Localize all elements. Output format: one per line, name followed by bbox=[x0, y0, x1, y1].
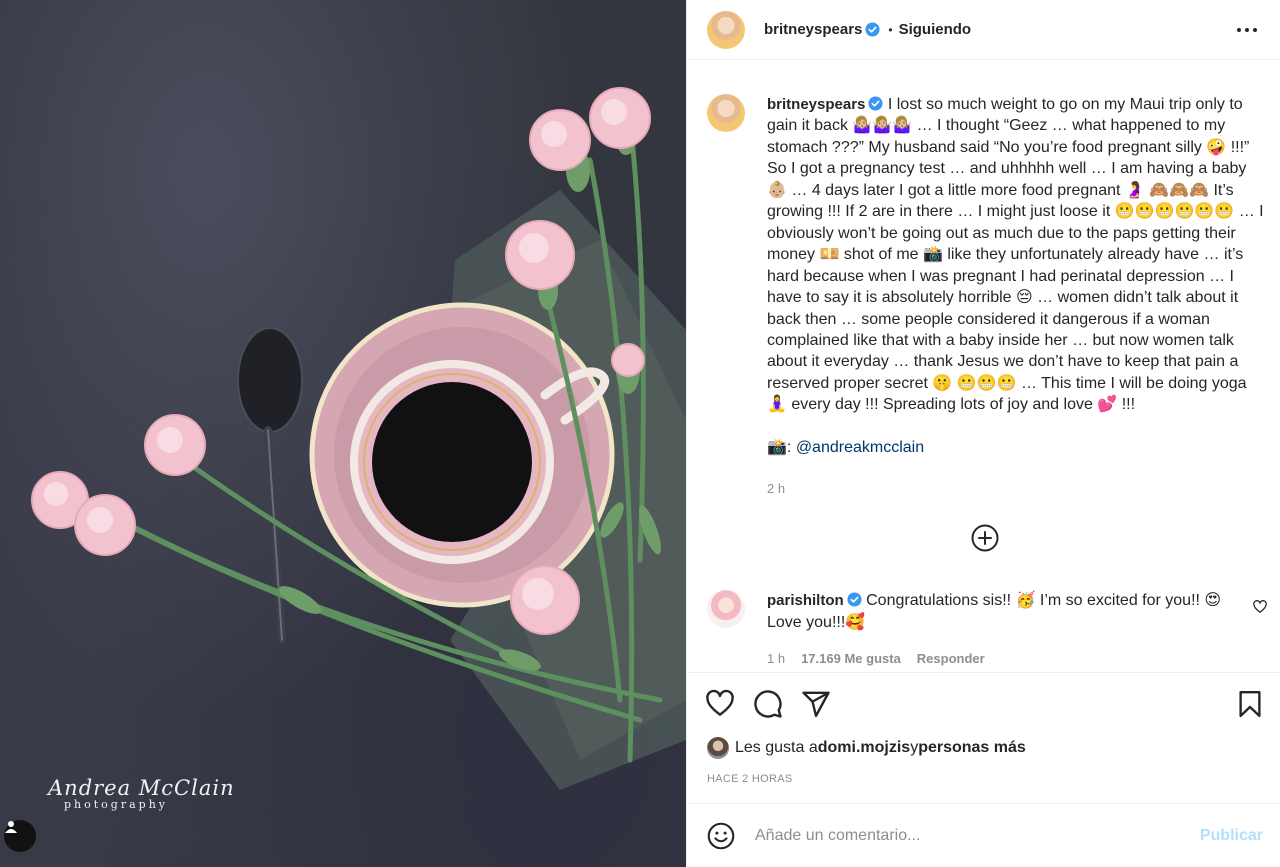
post-timestamp[interactable]: HACE 2 HORAS bbox=[707, 773, 793, 785]
like-comment-icon[interactable] bbox=[1253, 600, 1267, 614]
credit-prefix: 📸: bbox=[767, 438, 796, 456]
comment-timestamp[interactable]: 1 h bbox=[767, 651, 785, 666]
photographer-watermark: Andrea McClain photography bbox=[48, 776, 235, 811]
following-button[interactable]: Siguiendo bbox=[899, 21, 972, 38]
caption-username[interactable]: britneyspears bbox=[767, 96, 865, 113]
verified-badge-icon bbox=[865, 22, 880, 37]
caption-avatar[interactable] bbox=[707, 94, 745, 132]
likes-middle: y bbox=[910, 739, 919, 756]
comment-input[interactable] bbox=[755, 826, 1200, 845]
likes-prefix: Les gusta a bbox=[735, 739, 818, 756]
photo-illustration bbox=[31, 87, 686, 790]
comment-avatar[interactable] bbox=[707, 590, 745, 628]
comment-meta: 1 h 17.169 Me gusta Responder bbox=[767, 651, 1237, 666]
load-more-comments-button[interactable] bbox=[969, 522, 1001, 554]
watermark-name: Andrea McClain bbox=[48, 776, 235, 800]
more-options-icon bbox=[1237, 28, 1257, 32]
like-icon[interactable] bbox=[705, 689, 735, 719]
credit-handle-link[interactable]: @andreakmcclain bbox=[796, 439, 924, 456]
post-side-panel: britneyspears • Siguiendo britneyspears … bbox=[686, 0, 1280, 867]
caption-timestamp[interactable]: 2 h bbox=[767, 481, 1267, 496]
more-options-button[interactable] bbox=[1235, 20, 1259, 40]
comment-likes[interactable]: 17.169 Me gusta bbox=[801, 651, 901, 666]
photo-credit: 📸: @andreakmcclain bbox=[767, 437, 1267, 457]
user-tag-icon bbox=[5, 821, 17, 833]
post-header: britneyspears • Siguiendo bbox=[687, 0, 1280, 60]
comments-section: britneyspears I lost so much weight to g… bbox=[687, 60, 1280, 672]
comment-username[interactable]: parishilton bbox=[767, 592, 844, 609]
comment-body: parishilton Congratulations sis!! 🥳 I’m … bbox=[767, 590, 1237, 633]
caption-body: britneyspears I lost so much weight to g… bbox=[767, 94, 1267, 416]
verified-badge-icon bbox=[868, 96, 883, 111]
publish-button[interactable]: Publicar bbox=[1200, 827, 1263, 845]
liker-username[interactable]: domi.mojzis bbox=[818, 739, 910, 757]
plus-circle-icon bbox=[971, 524, 999, 552]
comment-icon[interactable] bbox=[753, 689, 783, 719]
share-icon[interactable] bbox=[801, 689, 831, 719]
user-tag-button[interactable] bbox=[4, 820, 36, 852]
save-icon[interactable] bbox=[1235, 689, 1265, 719]
header-username[interactable]: britneyspears bbox=[764, 21, 862, 38]
comment-item: parishilton Congratulations sis!! 🥳 I’m … bbox=[707, 590, 1267, 666]
add-comment-bar: Publicar bbox=[687, 803, 1280, 867]
watermark-subtitle: photography bbox=[64, 798, 168, 811]
emoji-icon[interactable] bbox=[707, 822, 735, 850]
post-caption: britneyspears I lost so much weight to g… bbox=[707, 94, 1267, 496]
verified-badge-icon bbox=[847, 592, 862, 607]
reply-button[interactable]: Responder bbox=[917, 651, 985, 666]
avatar[interactable] bbox=[707, 10, 745, 49]
likes-summary: Les gusta a domi.mojzis y personas más bbox=[707, 737, 1026, 759]
post-photo[interactable]: Andrea McClain photography bbox=[0, 0, 686, 867]
liker-avatar[interactable] bbox=[707, 737, 729, 759]
likes-others-link[interactable]: personas más bbox=[918, 739, 1026, 757]
post-actions: Les gusta a domi.mojzis y personas más H… bbox=[687, 672, 1280, 802]
caption-text: I lost so much weight to go on my Maui t… bbox=[767, 96, 1269, 414]
header-separator: • bbox=[888, 22, 893, 37]
